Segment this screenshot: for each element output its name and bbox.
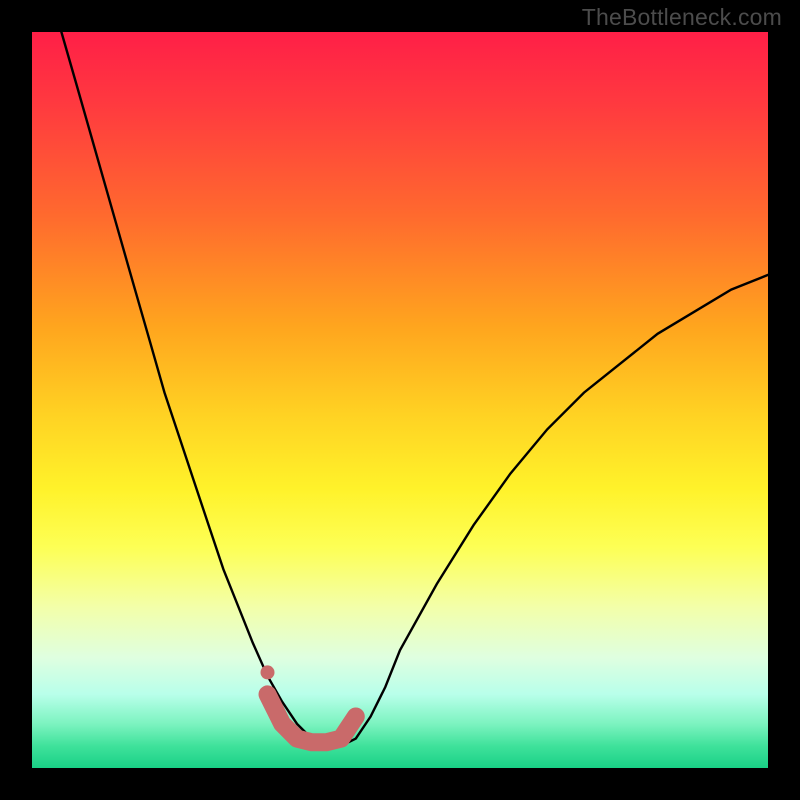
highlight-dot — [261, 665, 275, 679]
plot-area — [32, 32, 768, 768]
bottleneck-curve-path — [61, 32, 768, 746]
curve-svg — [32, 32, 768, 768]
attribution-text: TheBottleneck.com — [582, 4, 782, 31]
outer-frame: TheBottleneck.com — [0, 0, 800, 800]
highlight-band-path — [268, 694, 356, 742]
